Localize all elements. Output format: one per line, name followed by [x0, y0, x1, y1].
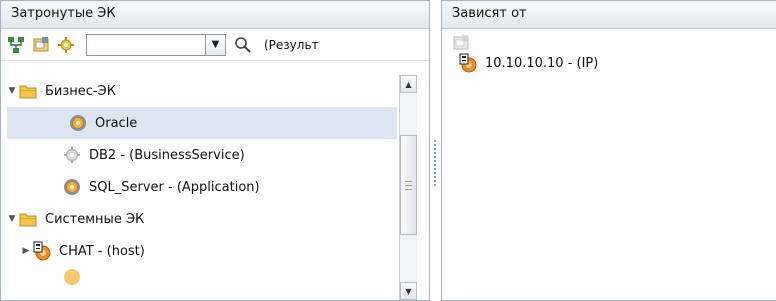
properties-disabled-icon[interactable]	[450, 32, 472, 54]
dependency-item[interactable]: 10.10.10.10 - (IP)	[458, 53, 598, 73]
tree-row-db2[interactable]: DB2 - (BusinessService)	[7, 139, 397, 171]
service-icon	[68, 113, 88, 133]
tree-item-label: DB2 - (BusinessService)	[89, 147, 245, 163]
expanded-arrow-icon[interactable]: ▼	[7, 86, 17, 96]
depends-on-panel: Зависят от 10.10.10.10 - (IP)	[441, 0, 776, 301]
tree-item-label: Системные ЭК	[45, 211, 145, 227]
folder-icon	[18, 209, 38, 229]
search-button[interactable]	[232, 34, 254, 56]
splitter-grip-icon	[434, 140, 436, 186]
topology-icon[interactable]	[5, 34, 27, 56]
collapsed-arrow-icon[interactable]: ▶	[21, 246, 31, 256]
tree-row-chat-host[interactable]: ▶ CHAT - (host)	[7, 235, 397, 267]
tree-item-label: CHAT - (host)	[59, 243, 145, 259]
tree-row-system-cis[interactable]: ▼ Системные ЭК	[7, 203, 397, 235]
affected-cis-toolbar: ▼ (Результ	[1, 29, 429, 61]
tree-row-partial[interactable]	[7, 267, 397, 287]
host-icon	[32, 241, 52, 261]
service-disabled-icon	[62, 145, 82, 165]
scroll-up-arrow-icon[interactable]: ▲	[400, 75, 417, 93]
tree-row-business-cis[interactable]: ▼ Бизнес-ЭК	[7, 75, 397, 107]
tree-item-label: Бизнес-ЭК	[45, 83, 116, 99]
magnifier-icon	[235, 36, 251, 53]
service-icon	[62, 267, 82, 287]
folder-icon	[18, 81, 38, 101]
tree-item-label: SQL_Server - (Application)	[89, 179, 260, 195]
tree-row-sql-server[interactable]: SQL_Server - (Application)	[7, 171, 397, 203]
chevron-down-icon: ▼	[211, 39, 220, 50]
panel-splitter[interactable]	[430, 0, 441, 301]
grip-icon	[405, 180, 412, 190]
affected-cis-header: Затронутые ЭК	[1, 1, 429, 29]
depends-on-header: Зависят от	[442, 1, 776, 29]
search-combo: ▼	[86, 33, 226, 56]
combo-dropdown-button[interactable]: ▼	[206, 33, 226, 56]
service-icon	[62, 177, 82, 197]
tree-vertical-scrollbar[interactable]: ▲ ▼	[399, 75, 417, 300]
search-input[interactable]	[86, 33, 206, 56]
scrollbar-thumb[interactable]	[400, 135, 417, 235]
ip-node-icon	[458, 53, 478, 73]
expanded-arrow-icon[interactable]: ▼	[7, 214, 17, 224]
dependency-item-label: 10.10.10.10 - (IP)	[485, 55, 599, 71]
result-label: (Результ	[264, 37, 319, 52]
gear-icon[interactable]	[55, 34, 77, 56]
properties-icon[interactable]	[30, 34, 52, 56]
affected-cis-tree: ▼ Бизнес-ЭК Oracle DB2 - (BusinessServic…	[7, 75, 397, 300]
tree-item-label: Oracle	[95, 115, 138, 131]
affected-cis-panel: Затронутые ЭК ▼ (Результ ▼ Бизнес-ЭК Ora…	[0, 0, 430, 301]
tree-row-oracle[interactable]: Oracle	[7, 107, 397, 139]
scroll-down-arrow-icon[interactable]: ▼	[400, 282, 417, 300]
